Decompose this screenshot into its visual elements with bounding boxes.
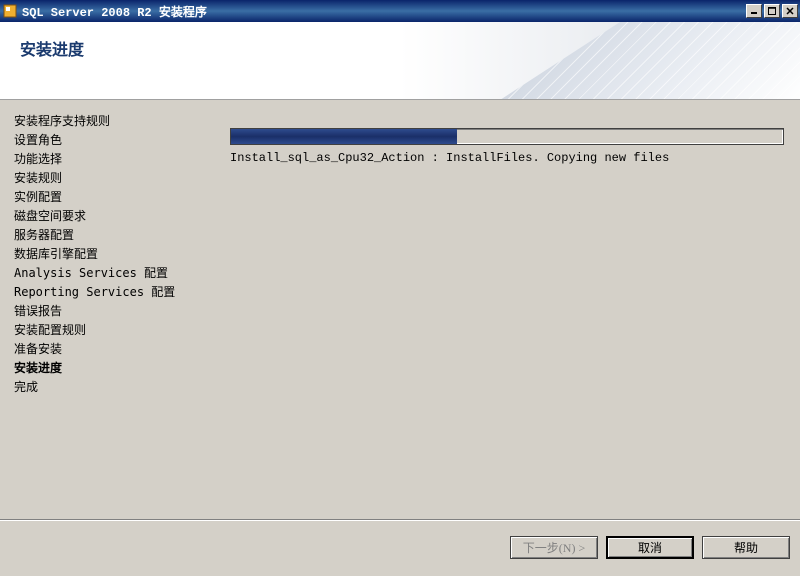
progress-fill	[231, 129, 457, 144]
sidebar-step: 数据库引擎配置	[14, 245, 206, 264]
sidebar-step: 安装配置规则	[14, 321, 206, 340]
sidebar-step: 服务器配置	[14, 226, 206, 245]
window-controls	[746, 4, 798, 18]
sidebar-step: 磁盘空间要求	[14, 207, 206, 226]
sidebar-step: 实例配置	[14, 188, 206, 207]
header-decoration	[500, 22, 800, 100]
sidebar-step: 完成	[14, 378, 206, 397]
help-button[interactable]: 帮助	[702, 536, 790, 559]
main-panel: Install_sql_as_Cpu32_Action : InstallFil…	[220, 100, 800, 520]
minimize-button[interactable]	[746, 4, 762, 18]
sidebar-step: 功能选择	[14, 150, 206, 169]
sidebar-step: 安装进度	[14, 359, 206, 378]
header-banner: 安装进度	[0, 22, 800, 100]
titlebar: SQL Server 2008 R2 安装程序	[0, 0, 800, 22]
progress-status-text: Install_sql_as_Cpu32_Action : InstallFil…	[230, 151, 784, 165]
sidebar: 安装程序支持规则设置角色功能选择安装规则实例配置磁盘空间要求服务器配置数据库引擎…	[0, 100, 220, 520]
cancel-button[interactable]: 取消	[606, 536, 694, 559]
sidebar-step: 错误报告	[14, 302, 206, 321]
maximize-button[interactable]	[764, 4, 780, 18]
sidebar-step: 准备安装	[14, 340, 206, 359]
close-button[interactable]	[782, 4, 798, 18]
next-button[interactable]: 下一步(N) >	[510, 536, 598, 559]
content-area: 安装程序支持规则设置角色功能选择安装规则实例配置磁盘空间要求服务器配置数据库引擎…	[0, 100, 800, 520]
titlebar-left: SQL Server 2008 R2 安装程序	[2, 3, 207, 20]
sidebar-step: 安装程序支持规则	[14, 112, 206, 131]
progress-bar	[230, 128, 784, 145]
sidebar-step: Reporting Services 配置	[14, 283, 206, 302]
sidebar-step: Analysis Services 配置	[14, 264, 206, 283]
window-title: SQL Server 2008 R2 安装程序	[22, 3, 207, 20]
page-title: 安装进度	[20, 36, 84, 60]
app-icon	[2, 3, 18, 19]
footer-buttons: 下一步(N) > 取消 帮助	[0, 520, 800, 574]
sidebar-step: 安装规则	[14, 169, 206, 188]
sidebar-step: 设置角色	[14, 131, 206, 150]
